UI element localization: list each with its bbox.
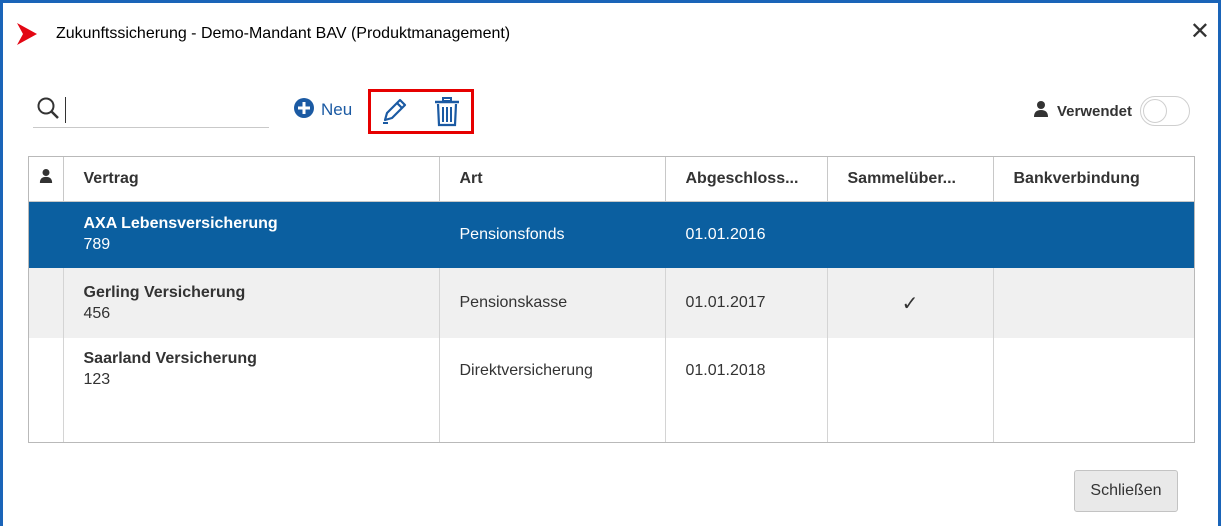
used-toggle[interactable] xyxy=(1140,96,1190,126)
contract-cell: Gerling Versicherung 456 xyxy=(63,268,440,338)
sammel-cell: ✓ xyxy=(827,268,994,338)
close-button[interactable]: Schließen xyxy=(1074,470,1178,512)
sammel-cell xyxy=(827,201,994,268)
art-value: Direktversicherung xyxy=(459,362,593,379)
new-button-label: Neu xyxy=(321,100,353,119)
trash-icon[interactable] xyxy=(434,97,460,132)
row-marker xyxy=(29,338,64,442)
column-header-sammel[interactable]: Sammelüber... xyxy=(827,157,994,202)
date-cell: 01.01.2016 xyxy=(665,201,828,268)
person-icon xyxy=(1033,100,1049,122)
contract-cell: Saarland Versicherung 123 xyxy=(63,338,440,442)
column-header-vertrag[interactable]: Vertrag xyxy=(63,157,440,202)
contract-name: Gerling Versicherung xyxy=(83,283,246,301)
table-row[interactable]: Saarland Versicherung 123 Direktversiche… xyxy=(29,338,1194,442)
table-row[interactable]: AXA Lebensversicherung 789 Pensionsfonds… xyxy=(29,201,1194,268)
contracts-table: Vertrag Art Abgeschloss... Sammelüber...… xyxy=(28,156,1195,443)
used-filter: Verwendet xyxy=(1033,96,1190,126)
used-filter-label: Verwendet xyxy=(1056,102,1132,120)
plus-circle-icon xyxy=(293,97,315,124)
date-value: 01.01.2018 xyxy=(685,362,766,379)
close-icon[interactable]: ✕ xyxy=(1190,17,1210,47)
art-cell: Pensionsfonds xyxy=(439,201,666,268)
contract-number: 123 xyxy=(83,371,111,388)
table-row[interactable]: Gerling Versicherung 456 Pensionskasse 0… xyxy=(29,268,1194,338)
contract-number: 789 xyxy=(83,236,111,254)
date-cell: 01.01.2018 xyxy=(665,338,828,442)
date-cell: 01.01.2017 xyxy=(665,268,828,338)
column-header-person[interactable] xyxy=(29,157,64,202)
person-icon xyxy=(39,169,53,188)
pencil-icon[interactable] xyxy=(379,96,409,131)
column-header-art[interactable]: Art xyxy=(439,157,666,202)
contract-number: 456 xyxy=(83,304,111,322)
art-cell: Pensionskasse xyxy=(439,268,666,338)
row-marker xyxy=(29,268,64,338)
window-title: Zukunftssicherung - Demo-Mandant BAV (Pr… xyxy=(56,25,511,42)
search-icon xyxy=(35,95,63,128)
contract-cell: AXA Lebensversicherung 789 xyxy=(63,201,440,268)
contract-name: AXA Lebensversicherung xyxy=(83,215,278,233)
dialog-window: Zukunftssicherung - Demo-Mandant BAV (Pr… xyxy=(0,0,1221,526)
column-header-bankverbindung[interactable]: Bankverbindung xyxy=(993,157,1194,202)
toggle-knob xyxy=(1143,99,1167,123)
bank-cell xyxy=(993,201,1194,268)
search-input[interactable] xyxy=(65,97,272,123)
art-cell: Direktversicherung xyxy=(439,338,666,442)
new-button[interactable]: Neu xyxy=(293,97,352,123)
column-header-abgeschlossen[interactable]: Abgeschloss... xyxy=(665,157,828,202)
row-marker xyxy=(29,201,64,268)
app-logo-icon xyxy=(13,23,47,50)
search-box xyxy=(33,93,272,128)
sammel-cell xyxy=(827,338,994,442)
bank-cell xyxy=(993,268,1194,338)
bank-cell xyxy=(993,338,1194,442)
contract-name: Saarland Versicherung xyxy=(83,350,257,367)
title-bar: Zukunftssicherung - Demo-Mandant BAV (Pr… xyxy=(3,3,1218,63)
table-header: Vertrag Art Abgeschloss... Sammelüber...… xyxy=(29,157,1194,202)
